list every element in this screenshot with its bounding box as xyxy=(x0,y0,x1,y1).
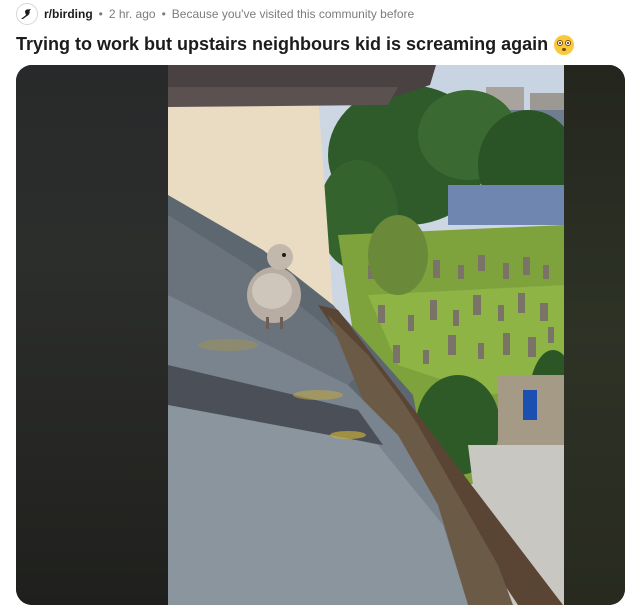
post-header: r/birding • 2 hr. ago • Because you've v… xyxy=(16,2,414,26)
post-time: 2 hr. ago xyxy=(108,7,156,21)
media-blur-background-right xyxy=(564,65,625,605)
subreddit-avatar[interactable] xyxy=(16,3,38,25)
flushed-face-emoji-icon xyxy=(554,34,575,55)
media-blur-background-left xyxy=(16,65,168,605)
gull-chick-on-roof-photo xyxy=(168,65,564,605)
separator-dot: • xyxy=(161,7,166,21)
bird-icon xyxy=(21,9,31,19)
separator-dot: • xyxy=(98,7,103,21)
recommendation-reason: Because you've visited this community be… xyxy=(171,7,415,21)
post-title-text: Trying to work but upstairs neighbours k… xyxy=(16,34,549,54)
subreddit-link[interactable]: r/birding xyxy=(44,7,93,21)
post-media[interactable] xyxy=(16,65,625,605)
post-title[interactable]: Trying to work but upstairs neighbours k… xyxy=(16,34,575,55)
